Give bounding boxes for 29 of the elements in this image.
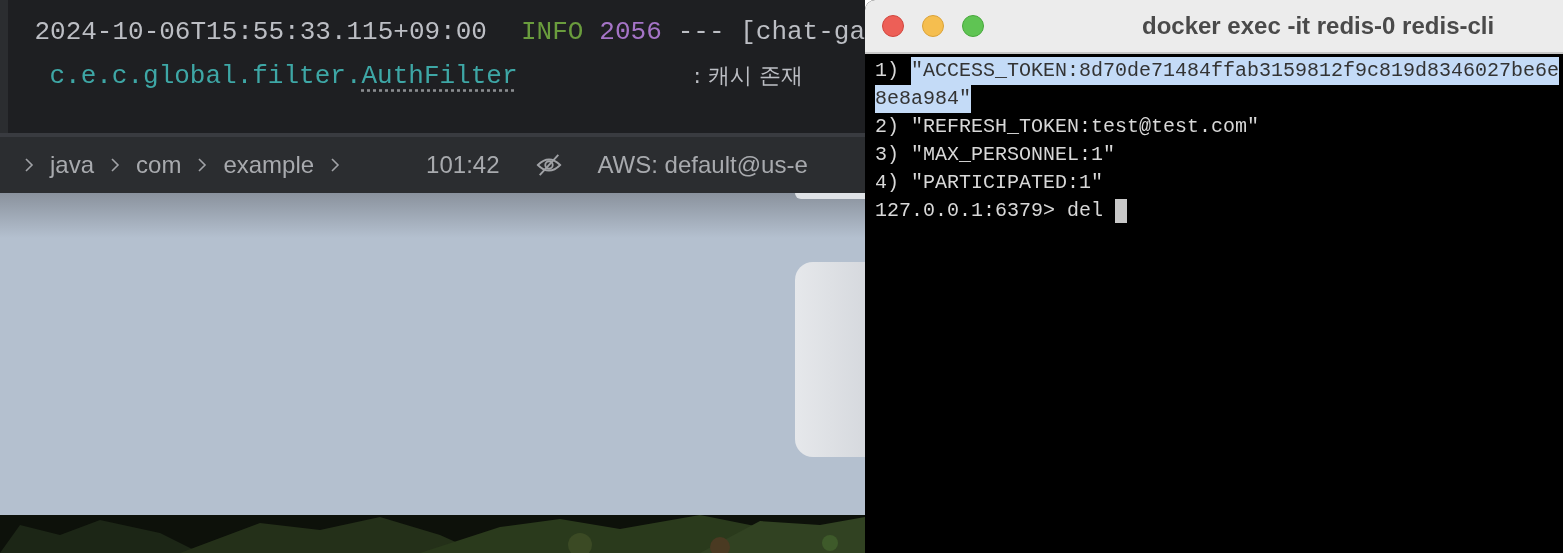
logger-name[interactable]: AuthFilter [361, 61, 518, 91]
breadcrumb-item[interactable]: java [50, 151, 95, 179]
breadcrumb-item[interactable]: com [136, 151, 182, 179]
chevron-icon [110, 157, 121, 173]
aws-profile[interactable]: AWS: default@us-e [597, 151, 808, 179]
chevron-icon [330, 157, 341, 173]
zoom-button[interactable] [962, 15, 984, 37]
terminal-text: 4) "PARTICIPATED:1" [875, 170, 1104, 196]
process-id: 2056 [599, 17, 662, 47]
close-button[interactable] [882, 15, 904, 37]
chevron-icon [24, 157, 34, 173]
logger-name: c.e.c.global.filter. [49, 61, 362, 91]
terminal-text: 127.0.0.1:6379> del [875, 198, 1105, 224]
terminal-text: 3) "MAX_PERSONNEL:1" [875, 142, 1116, 168]
selected-text: "ACCESS_TOKEN:8d70de71484ffab3159812f9c819d8346027be6e [911, 57, 1560, 85]
minimize-button[interactable] [922, 15, 944, 37]
log-message: : 캐시 존재 [693, 62, 803, 90]
eye-slash-icon[interactable] [535, 152, 562, 178]
log-timestamp: 2024-10-06T15:55:33.115+09:00 [34, 17, 487, 47]
chevron-icon [197, 157, 208, 173]
cursor-position[interactable]: 101:42 [426, 151, 500, 179]
card-background [795, 193, 865, 199]
window-title: docker exec -it redis-0 redis-cli [1142, 12, 1495, 40]
log-level: INFO [520, 17, 584, 47]
terminal-text: 2) "REFRESH_TOKEN:test@test.com" [875, 114, 1260, 140]
selected-text: 8e8a984" [875, 85, 971, 113]
log-text: --- [chat-ga [677, 17, 865, 47]
breadcrumb-item[interactable]: example [223, 151, 315, 179]
terminal-text: 1) [875, 58, 900, 84]
